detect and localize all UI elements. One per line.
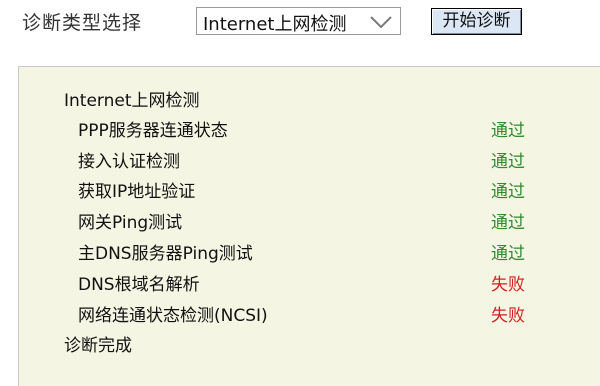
result-status: 通过 [491,244,525,264]
result-row: 网关Ping测试 通过 [19,208,579,236]
diag-type-selected-value: Internet上网检测 [203,14,347,35]
result-item-name: PPP服务器连通状态 [78,121,228,141]
result-row: DNS根域名解析 失败 [19,270,579,298]
result-status: 通过 [491,121,525,141]
result-row: 获取IP地址验证 通过 [19,177,579,205]
result-status: 通过 [491,152,525,172]
result-item-name: 获取IP地址验证 [78,182,196,202]
result-row: 网络连通状态检测(NCSI) 失败 [19,301,579,329]
diagnosis-complete-text: 诊断完成 [64,336,132,356]
result-status: 失败 [491,306,525,326]
result-row: PPP服务器连通状态 通过 [19,116,579,144]
diagnosis-results-panel: Internet上网检测 PPP服务器连通状态 通过 接入认证检测 通过 获取I… [18,66,600,386]
result-status: 失败 [491,275,525,295]
result-item-name: 网络连通状态检测(NCSI) [78,306,268,326]
result-item-name: DNS根域名解析 [78,275,200,295]
diagnosis-toolbar: 诊断类型选择 Internet上网检测 开始诊断 [0,0,600,60]
result-item-name: 接入认证检测 [78,152,180,172]
diag-type-select[interactable]: Internet上网检测 [196,7,401,35]
panel-title: Internet上网检测 [64,91,200,111]
result-status: 通过 [491,182,525,202]
result-item-name: 网关Ping测试 [78,213,183,233]
result-row: 接入认证检测 通过 [19,147,579,175]
result-row: 主DNS服务器Ping测试 通过 [19,239,579,267]
result-item-name: 主DNS服务器Ping测试 [78,244,253,264]
start-diagnosis-button[interactable]: 开始诊断 [431,8,522,35]
chevron-down-icon [370,16,392,29]
diag-type-label: 诊断类型选择 [22,12,143,34]
result-status: 通过 [491,213,525,233]
